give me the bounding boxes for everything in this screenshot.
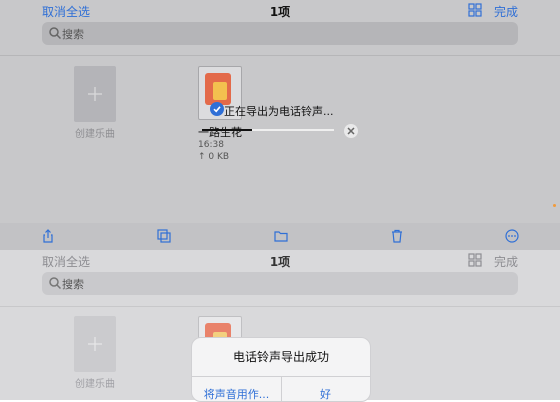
search-placeholder: 搜索 [62, 28, 84, 41]
grid-icon[interactable] [468, 253, 482, 267]
folder-icon[interactable] [274, 229, 288, 243]
trash-icon[interactable] [390, 229, 404, 243]
plus-icon [88, 337, 102, 351]
export-success-dialog: 电话铃声导出成功 将声音用作... 好 [191, 337, 371, 402]
bottom-navbar: 取消全选 1项 完成 [0, 250, 560, 272]
song-time: 16:38 [198, 140, 224, 150]
search-input[interactable]: 搜索 [42, 22, 518, 45]
progress-fill [202, 129, 253, 131]
bottom-toolbar [0, 223, 560, 250]
song-size: ↑ 0 KB [198, 152, 230, 162]
create-song-label: 创建乐曲 [75, 129, 115, 140]
divider [0, 306, 560, 307]
create-song-tile[interactable] [74, 316, 116, 372]
divider [0, 55, 560, 56]
export-progress-bar [202, 129, 334, 131]
indicator-dot [553, 204, 556, 207]
top-panel: 取消全选 1项 完成 搜索 创建乐曲 一路生花 16:38 ↑ 0 KB 正在导… [0, 0, 560, 250]
search-input[interactable]: 搜索 [42, 272, 518, 295]
plus-icon [88, 87, 102, 101]
done-button[interactable]: 完成 [494, 3, 518, 20]
grid-icon[interactable] [468, 3, 482, 17]
search-icon [49, 27, 62, 40]
create-song-tile[interactable] [74, 66, 116, 122]
create-song-label: 创建乐曲 [75, 379, 115, 390]
close-icon [347, 127, 355, 135]
duplicate-icon[interactable] [157, 229, 171, 243]
export-text: 正在导出为电话铃声... [224, 105, 334, 118]
search-icon [49, 277, 62, 290]
search-placeholder: 搜索 [62, 278, 84, 291]
done-button[interactable]: 完成 [494, 253, 518, 270]
share-icon[interactable] [41, 229, 55, 243]
cancel-export-button[interactable] [344, 124, 358, 138]
top-navbar: 取消全选 1项 完成 [0, 0, 560, 22]
more-icon[interactable] [505, 229, 519, 243]
check-icon [210, 102, 224, 116]
dialog-title: 电话铃声导出成功 [232, 350, 329, 364]
